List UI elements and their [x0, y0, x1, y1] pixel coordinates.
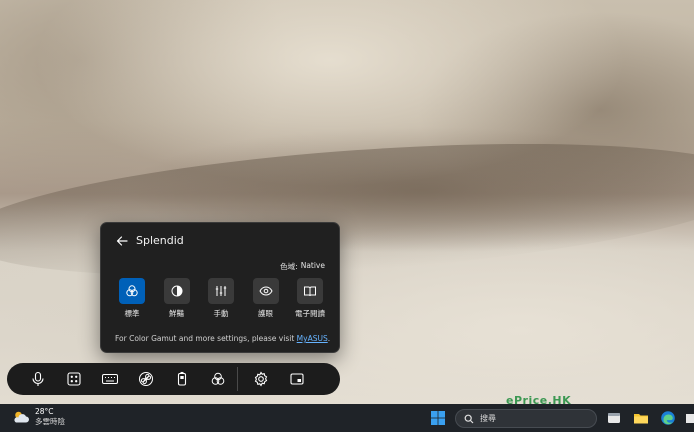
footer-text: For Color Gamut and more settings, pleas… — [115, 334, 295, 343]
more-settings-note: For Color Gamut and more settings, pleas… — [115, 334, 330, 343]
mode-label: 護眼 — [258, 309, 273, 318]
back-arrow-icon[interactable] — [115, 234, 129, 248]
sliders-icon — [208, 278, 234, 304]
keyboard-icon[interactable] — [97, 366, 123, 392]
mode-label: 電子閱讀 — [295, 309, 325, 318]
taskbar-search[interactable]: 搜尋 — [455, 409, 597, 428]
store-icon[interactable] — [686, 410, 694, 426]
search-placeholder: 搜尋 — [480, 414, 496, 423]
settings-icon[interactable] — [248, 366, 274, 392]
footer-end: . — [327, 334, 331, 343]
myasus-link[interactable]: MyASUS — [297, 334, 328, 343]
edge-browser-icon[interactable] — [660, 410, 676, 426]
mode-label: 鮮豔 — [169, 309, 184, 318]
keypad-icon[interactable] — [61, 366, 87, 392]
splendid-flyout: Splendid 色域: Native 標準 鮮豔 手動 護眼 電子閱讀 For… — [100, 222, 340, 353]
taskbar: 28°C 多雲時陰 搜尋 — [0, 404, 694, 432]
eye-icon — [252, 278, 279, 304]
weather-temperature: 28°C — [35, 407, 54, 416]
flyout-title: Splendid — [136, 234, 184, 247]
book-icon — [297, 278, 323, 304]
gamut-label: 色域: — [280, 262, 298, 271]
search-icon — [464, 414, 474, 423]
windows-start-icon[interactable] — [430, 410, 446, 426]
battery-icon[interactable] — [169, 366, 195, 392]
contrast-icon — [163, 278, 190, 304]
microphone-icon[interactable] — [25, 366, 51, 392]
mode-manual[interactable]: 手動 — [204, 278, 238, 319]
fan-icon[interactable] — [133, 366, 159, 392]
task-view-icon[interactable] — [606, 410, 622, 426]
weather-condition: 多雲時陰 — [35, 417, 65, 426]
mode-label: 手動 — [213, 309, 229, 318]
display-icon[interactable] — [284, 366, 310, 392]
mode-label: 標準 — [124, 309, 140, 318]
weather-text: 28°C 多雲時陰 — [35, 407, 65, 427]
cloudy-weather-icon — [14, 411, 29, 423]
file-explorer-icon[interactable] — [633, 410, 649, 426]
asus-control-bar — [7, 363, 340, 395]
color-circles-icon — [119, 278, 145, 304]
mode-eye-care[interactable]: 護眼 — [249, 278, 283, 319]
control-bar-divider — [237, 367, 238, 391]
gamut-value: Native — [300, 261, 325, 270]
color-gamut-status: 色域: Native — [280, 261, 325, 272]
mode-vivid[interactable]: 鮮豔 — [160, 278, 194, 319]
mode-e-reading[interactable]: 電子閱讀 — [293, 278, 327, 319]
color-circles-icon[interactable] — [205, 366, 231, 392]
weather-widget[interactable]: 28°C 多雲時陰 — [12, 407, 65, 427]
mode-standard[interactable]: 標準 — [115, 278, 149, 319]
splendid-modes: 標準 鮮豔 手動 護眼 電子閱讀 — [115, 278, 327, 319]
